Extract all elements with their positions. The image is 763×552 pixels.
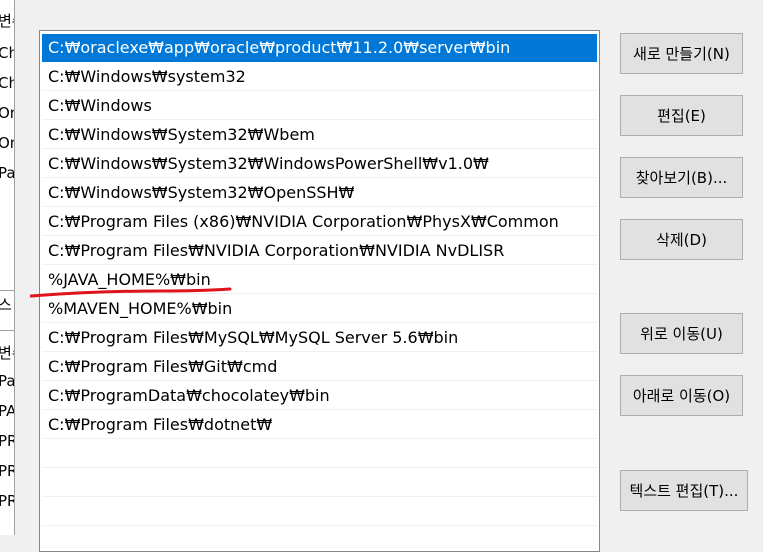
bg-text-fragment: 스 — [0, 294, 12, 315]
path-list-item[interactable]: C:₩Windows₩System32₩WindowsPowerShell₩v1… — [42, 150, 597, 178]
path-list-item[interactable]: %MAVEN_HOME%₩bin — [42, 295, 597, 323]
bg-text-fragment: On — [0, 134, 14, 152]
bg-text-fragment: PR — [0, 432, 14, 450]
bg-text-fragment: Pat — [0, 164, 15, 182]
bg-text-fragment: 변수 — [0, 342, 14, 363]
path-list-item[interactable]: C:₩Program Files (x86)₩NVIDIA Corporatio… — [42, 208, 597, 236]
path-listbox[interactable]: C:₩oraclexe₩app₩oracle₩product₩11.2.0₩se… — [39, 30, 600, 552]
edit-text-button[interactable]: 텍스트 편집(T)... — [620, 470, 748, 511]
empty-list-row — [42, 498, 597, 526]
path-list-item[interactable]: C:₩Windows₩system32 — [42, 63, 597, 91]
path-list-item[interactable]: C:₩Windows — [42, 92, 597, 120]
bg-text-fragment: 변수 — [0, 10, 14, 31]
path-list-item[interactable]: C:₩Program Files₩NVIDIA Corporation₩NVID… — [42, 237, 597, 265]
browse-button[interactable]: 찾아보기(B)... — [620, 157, 743, 198]
edit-button[interactable]: 편집(E) — [620, 95, 743, 136]
path-list-item[interactable]: C:₩Windows₩System32₩Wbem — [42, 121, 597, 149]
empty-list-row — [42, 440, 597, 468]
path-list-item[interactable]: C:₩Windows₩System32₩OpenSSH₩ — [42, 179, 597, 207]
path-list-item[interactable]: %JAVA_HOME%₩bin — [42, 266, 597, 294]
new-button[interactable]: 새로 만들기(N) — [620, 33, 743, 74]
bg-text-fragment: Ch — [0, 74, 14, 92]
path-list-item[interactable]: C:₩Program Files₩Git₩cmd — [42, 353, 597, 381]
bg-divider — [0, 290, 14, 291]
path-list-item[interactable]: C:₩Program Files₩MySQL₩MySQL Server 5.6₩… — [42, 324, 597, 352]
bg-text-fragment: On — [0, 104, 14, 122]
delete-button[interactable]: 삭제(D) — [620, 219, 743, 260]
bg-text-fragment: Pat — [0, 372, 15, 390]
move-down-button[interactable]: 아래로 이동(O) — [620, 375, 743, 416]
background-window-edge: 변수 Ch Ch On On Pat 스 변수 Pat PA PR PR PR — [0, 0, 15, 535]
bg-text-fragment: PA — [0, 402, 14, 420]
bg-divider — [0, 330, 14, 331]
bg-text-fragment: PR — [0, 492, 14, 510]
bg-text-fragment: Ch — [0, 44, 14, 62]
path-list-item[interactable]: C:₩Program Files₩dotnet₩ — [42, 411, 597, 439]
move-up-button[interactable]: 위로 이동(U) — [620, 313, 743, 354]
empty-list-row — [42, 469, 597, 497]
bg-text-fragment: PR — [0, 462, 14, 480]
path-list-item[interactable]: C:₩ProgramData₩chocolatey₩bin — [42, 382, 597, 410]
path-list-item-selected[interactable]: C:₩oraclexe₩app₩oracle₩product₩11.2.0₩se… — [42, 34, 597, 62]
